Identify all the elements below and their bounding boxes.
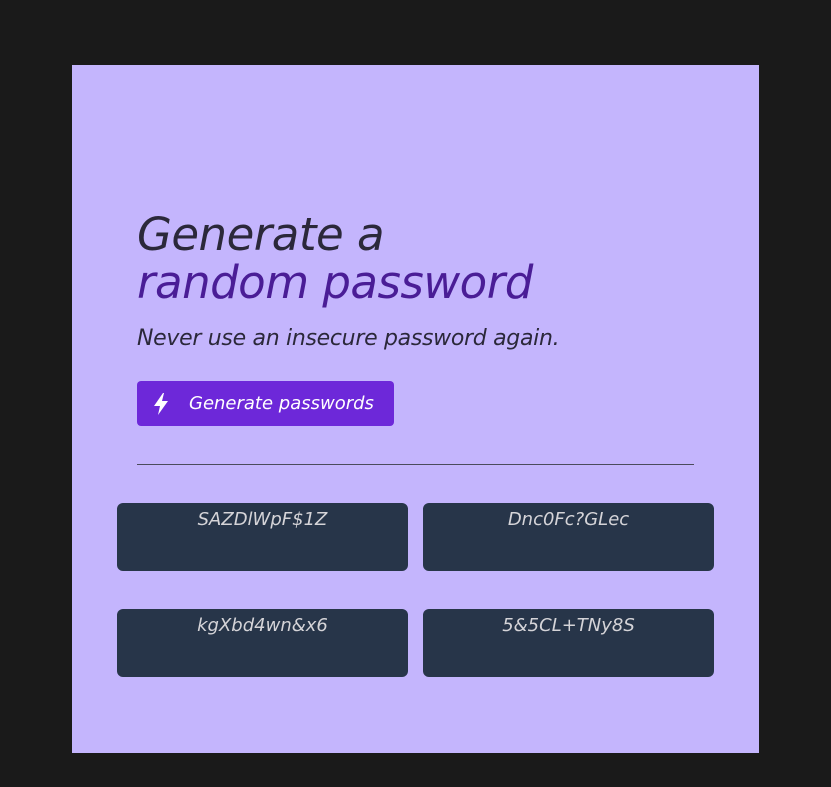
page-title: Generate a random password: [137, 211, 533, 307]
divider: [137, 464, 694, 465]
title-line-2-accent: random password: [137, 256, 533, 309]
generator-card: Generate a random password Never use an …: [72, 65, 759, 753]
password-box[interactable]: Dnc0Fc?GLec: [423, 503, 714, 571]
generate-passwords-label: Generate passwords: [189, 393, 374, 414]
password-box[interactable]: SAZDlWpF$1Z: [117, 503, 408, 571]
password-box[interactable]: kgXbd4wn&x6: [117, 609, 408, 677]
generate-passwords-button[interactable]: Generate passwords: [137, 381, 394, 426]
lightning-bolt-icon: [151, 392, 171, 416]
title-line-1: Generate a: [137, 208, 385, 261]
subtitle: Never use an insecure password again.: [137, 326, 560, 351]
password-box[interactable]: 5&5CL+TNy8S: [423, 609, 714, 677]
